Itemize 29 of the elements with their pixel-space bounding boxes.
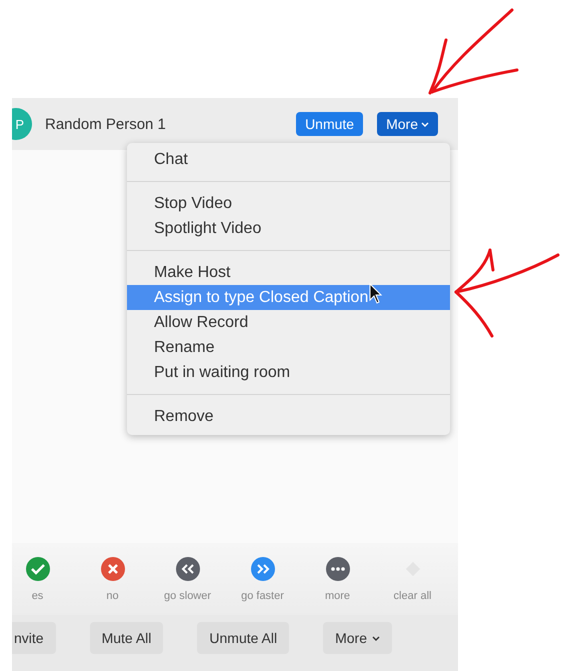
unmute-button[interactable]: Unmute (296, 112, 364, 136)
feedback-label: go slower (164, 590, 212, 602)
menu-item[interactable]: Put in waiting room (127, 360, 450, 385)
menu-item[interactable]: Make Host (127, 260, 450, 285)
yes-icon[interactable] (24, 556, 50, 582)
toolbar-button[interactable]: More (323, 622, 392, 654)
feedback-label: no (106, 590, 119, 602)
toolbar-button[interactable]: nvite (12, 622, 56, 654)
feedback-label: go faster (241, 590, 284, 602)
participant-row[interactable]: P Random Person 1 Unmute More (12, 98, 458, 150)
menu-item[interactable]: Allow Record (127, 310, 450, 335)
menu-item[interactable]: Rename (127, 335, 450, 360)
more-button[interactable]: More (377, 112, 438, 136)
feedback-label: es (32, 590, 44, 602)
toolbar-button[interactable]: Mute All (90, 622, 164, 654)
more-icon[interactable] (324, 556, 350, 582)
slower-icon[interactable] (174, 556, 200, 582)
menu-item[interactable]: Remove (127, 404, 450, 429)
faster-icon[interactable] (250, 556, 276, 582)
no-icon[interactable] (100, 556, 126, 582)
toolbar-button[interactable]: Unmute All (197, 622, 290, 654)
menu-item[interactable]: Spotlight Video (127, 216, 450, 241)
avatar: P (12, 108, 32, 140)
feedback-label: clear all (394, 590, 432, 602)
feedback-label: more (324, 590, 350, 602)
menu-item[interactable]: Chat (127, 147, 450, 172)
participant-name: Random Person 1 (45, 116, 166, 132)
menu-item[interactable]: Stop Video (127, 191, 450, 216)
cursor-icon (370, 282, 382, 304)
